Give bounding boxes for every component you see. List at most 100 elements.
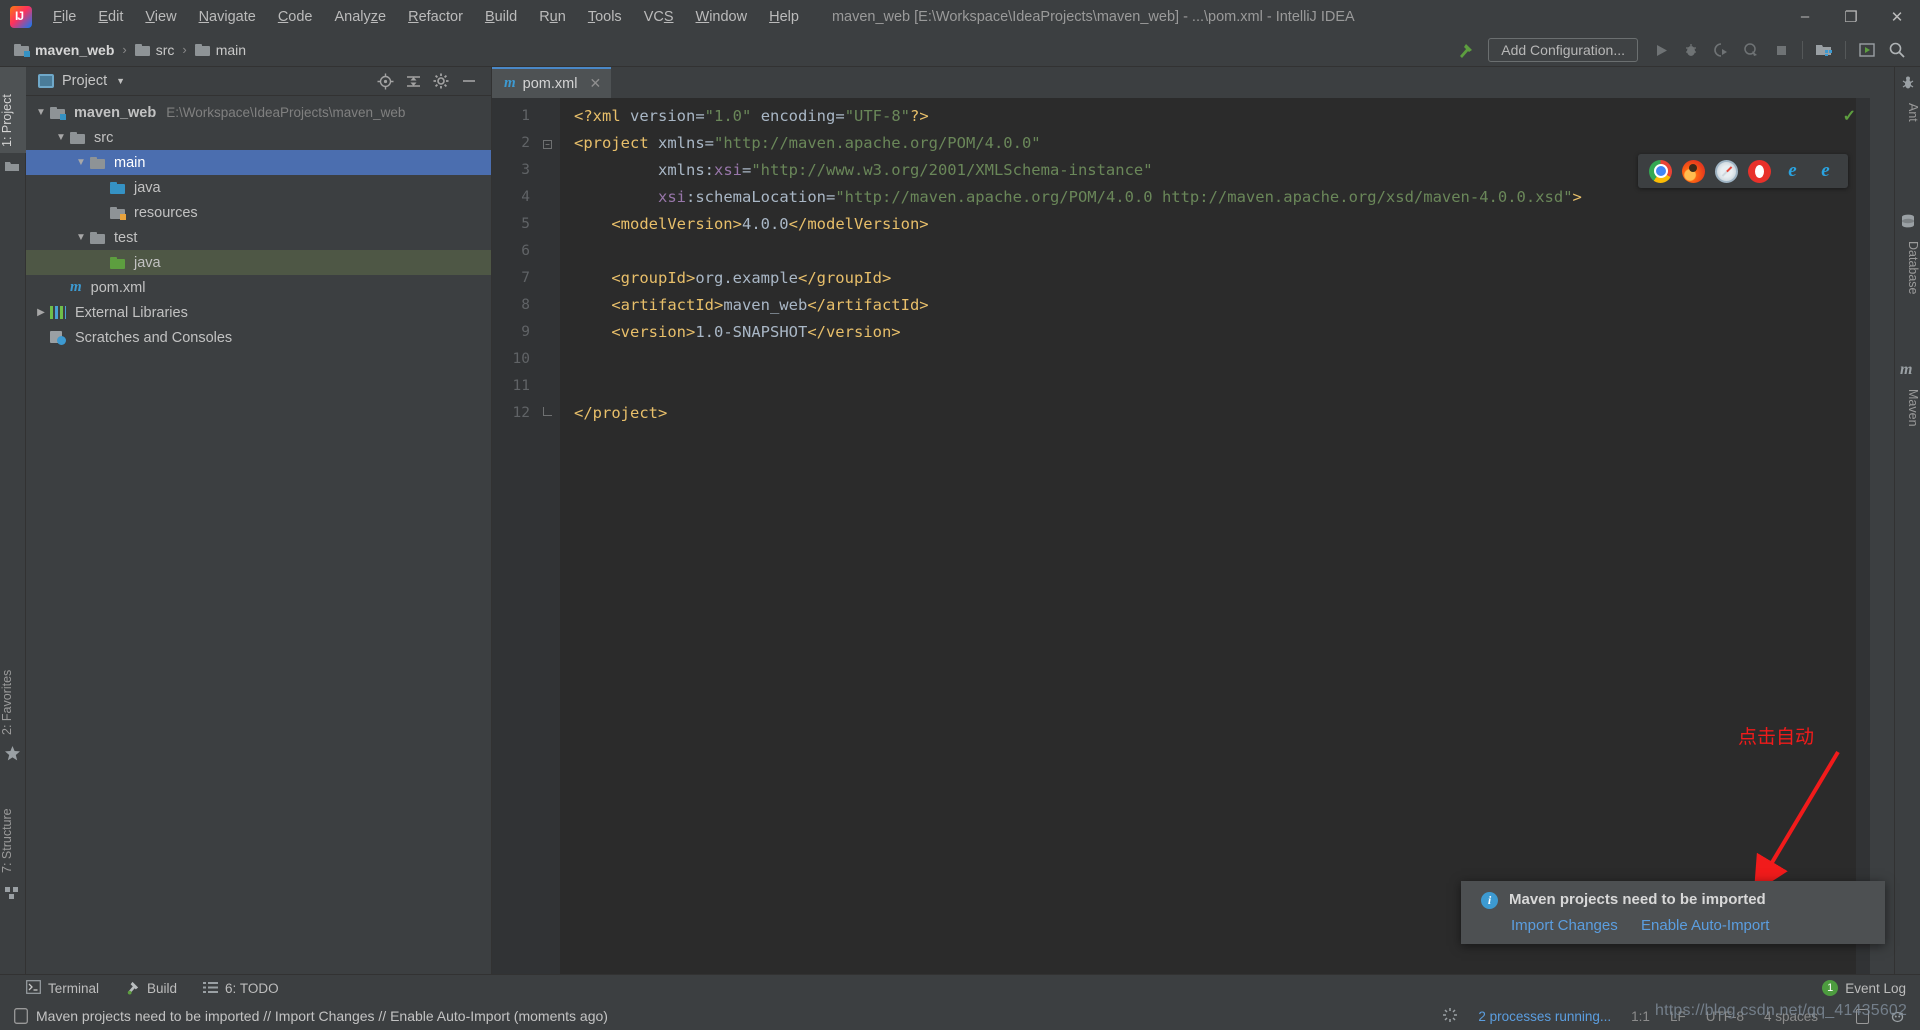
bottom-tool-window-bar: Terminal Build 6: TODO: [0, 974, 1920, 1002]
sidebar-item-ant[interactable]: Ant: [1894, 97, 1920, 143]
run-with-coverage-icon[interactable]: [1706, 37, 1736, 63]
tree-spacer: ▶: [52, 282, 70, 293]
breadcrumb-separator: ›: [182, 42, 187, 57]
code-content[interactable]: <?xml version="1.0" encoding="UTF-8"?> <p…: [560, 98, 1870, 974]
debug-icon[interactable]: [1676, 37, 1706, 63]
close-button[interactable]: ✕: [1874, 0, 1920, 33]
locate-icon[interactable]: [371, 70, 399, 92]
menu-tools[interactable]: Tools: [577, 6, 633, 28]
chevron-down-icon[interactable]: ▼: [72, 157, 90, 168]
tree-spacer: ▶: [92, 182, 110, 193]
search-everywhere-icon[interactable]: [1882, 37, 1912, 63]
firefox-icon[interactable]: [1682, 159, 1705, 183]
tree-node-path: E:\Workspace\IdeaProjects\maven_web: [166, 105, 406, 120]
menu-code[interactable]: Code: [267, 6, 324, 28]
edge-icon[interactable]: e: [1814, 160, 1837, 183]
breadcrumb[interactable]: maven_web › src › main: [10, 40, 250, 60]
processes-running-label[interactable]: 2 processes running...: [1478, 1009, 1611, 1024]
profiler-icon[interactable]: [1736, 37, 1766, 63]
bottom-item-build[interactable]: Build: [125, 980, 177, 998]
menu-window[interactable]: Window: [685, 6, 759, 28]
breadcrumb-src[interactable]: src: [131, 40, 179, 60]
line-number-gutter[interactable]: 1 2−3 4 5 6 7 8 9 10 11 12: [492, 98, 560, 974]
menu-vcs[interactable]: VCS: [633, 6, 685, 28]
sidebar-item-maven[interactable]: Maven: [1894, 383, 1920, 455]
tree-node-java[interactable]: ▶ java: [26, 175, 491, 200]
event-log-button[interactable]: 1 Event Log: [1822, 980, 1906, 996]
internet-explorer-icon[interactable]: e: [1781, 160, 1804, 183]
status-message[interactable]: Maven projects need to be imported // Im…: [36, 1008, 608, 1024]
tree-node-label: Scratches and Consoles: [75, 329, 233, 346]
tree-node-scratches-and-consoles[interactable]: ▶ Scratches and Consoles: [26, 325, 491, 350]
minimize-button[interactable]: –: [1782, 0, 1828, 33]
menu-bar: IJ File Edit View Navigate Code Analyze Refact…: [0, 0, 1920, 33]
safari-icon[interactable]: [1715, 159, 1738, 183]
import-changes-link[interactable]: Import Changes: [1511, 917, 1618, 934]
tab-pom-xml[interactable]: m pom.xml ✕: [492, 67, 612, 98]
caret-position[interactable]: 1:1: [1631, 1009, 1650, 1024]
code-fold-end-icon[interactable]: [543, 407, 552, 416]
tree-node-resources[interactable]: ▶ resources: [26, 200, 491, 225]
code-line: <?xml version="1.0" encoding="UTF-8"?>: [574, 103, 1870, 130]
code-token: "http://www.w3.org/2001/XMLSchema-instan…: [751, 161, 1153, 179]
code-fold-toggle-icon[interactable]: −: [543, 140, 552, 149]
folder-icon: [90, 231, 105, 244]
sidebar-item-favorites[interactable]: 2: Favorites: [0, 633, 26, 741]
tree-node-test[interactable]: ▼ test: [26, 225, 491, 250]
inspection-ok-icon[interactable]: ✓: [1843, 106, 1856, 126]
tree-node-main[interactable]: ▼ main: [26, 150, 491, 175]
add-configuration-button[interactable]: Add Configuration...: [1488, 38, 1638, 62]
menu-refactor[interactable]: Refactor: [397, 6, 474, 28]
project-panel-title: Project: [62, 73, 108, 89]
breadcrumb-main[interactable]: main: [191, 40, 250, 60]
chevron-down-icon[interactable]: ▼: [32, 107, 50, 118]
menu-build[interactable]: Build: [474, 6, 528, 28]
sidebar-item-structure[interactable]: 7: Structure: [0, 773, 26, 879]
chrome-icon[interactable]: [1649, 159, 1672, 183]
opera-icon[interactable]: [1748, 159, 1771, 183]
line-number: 3: [521, 162, 530, 178]
project-structure-icon[interactable]: [1809, 37, 1839, 63]
stop-icon[interactable]: [1766, 37, 1796, 63]
chevron-down-icon[interactable]: ▼: [52, 132, 70, 143]
collapse-all-icon[interactable]: [399, 70, 427, 92]
tree-node-external-libraries[interactable]: ▶ External Libraries: [26, 300, 491, 325]
sidebar-item-project[interactable]: 1: Project: [0, 67, 26, 153]
update-project-icon[interactable]: [1852, 37, 1882, 63]
menu-navigate[interactable]: Navigate: [188, 6, 267, 28]
info-icon: i: [1481, 892, 1498, 909]
tree-node-maven-web[interactable]: ▼ maven_web E:\Workspace\IdeaProjects\mave…: [26, 100, 491, 125]
menu-analyze[interactable]: Analyze: [324, 6, 398, 28]
chevron-down-icon[interactable]: ▼: [72, 232, 90, 243]
bottom-item-terminal[interactable]: Terminal: [26, 980, 99, 997]
breadcrumb-maven-web[interactable]: maven_web: [10, 40, 118, 60]
code-token: <project: [574, 134, 649, 152]
menu-run[interactable]: Run: [528, 6, 577, 28]
tree-node-src[interactable]: ▼ src: [26, 125, 491, 150]
build-hammer-icon[interactable]: [1450, 37, 1480, 63]
menu-help[interactable]: Help: [758, 6, 810, 28]
editor-scrollbar[interactable]: [1856, 98, 1870, 974]
run-icon[interactable]: [1646, 37, 1676, 63]
background-tasks-icon[interactable]: [1442, 1007, 1458, 1026]
menu-edit[interactable]: Edit: [87, 6, 134, 28]
code-line: </project>: [574, 400, 1870, 427]
build-hammer-icon: [125, 980, 140, 998]
tree-node-java[interactable]: ▶ java: [26, 250, 491, 275]
hide-panel-icon[interactable]: [455, 70, 483, 92]
tree-node-pom-xml[interactable]: ▶m pom.xml: [26, 275, 491, 300]
chevron-right-icon[interactable]: ▶: [32, 307, 50, 318]
menu-view[interactable]: View: [134, 6, 187, 28]
project-tree[interactable]: ▼ maven_web E:\Workspace\IdeaProjects\mave…: [26, 96, 491, 350]
chevron-down-icon[interactable]: ▼: [116, 76, 125, 86]
enable-auto-import-link[interactable]: Enable Auto-Import: [1641, 917, 1769, 934]
close-icon[interactable]: ✕: [589, 75, 601, 92]
menu-file[interactable]: File: [42, 6, 87, 28]
sidebar-item-database[interactable]: Database: [1894, 235, 1920, 327]
maximize-button[interactable]: ❐: [1828, 0, 1874, 33]
bottom-item-todo[interactable]: 6: TODO: [203, 981, 279, 997]
settings-gear-icon[interactable]: [427, 70, 455, 92]
